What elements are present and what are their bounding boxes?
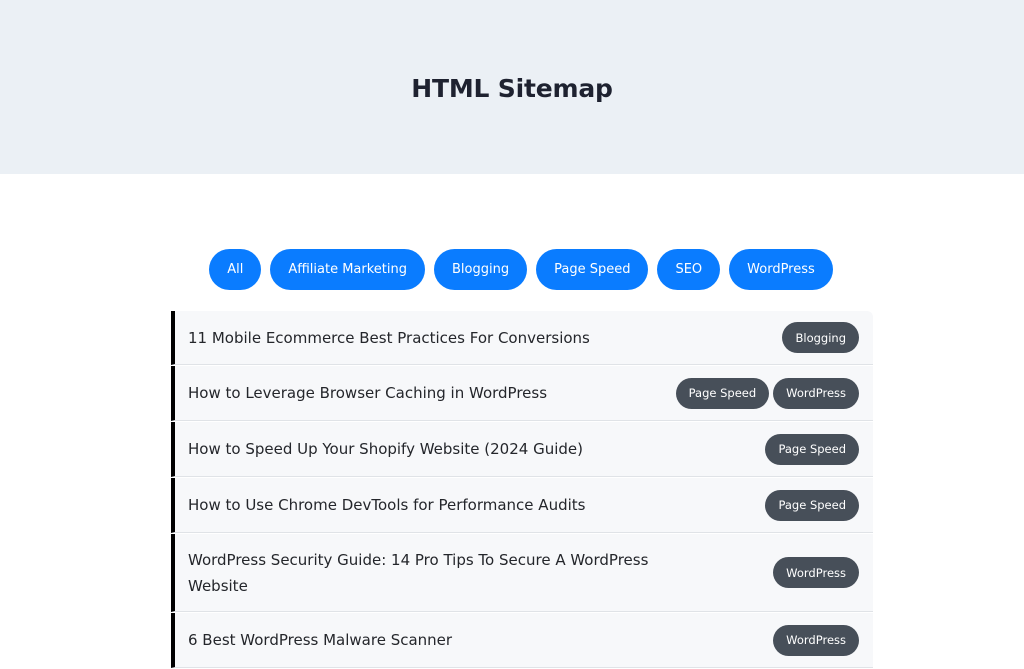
list-item: 6 Best WordPress Malware Scanner WordPre…: [171, 613, 873, 668]
list-item: How to Speed Up Your Shopify Website (20…: [171, 422, 873, 477]
post-link[interactable]: How to Speed Up Your Shopify Website (20…: [188, 436, 583, 462]
page-title: HTML Sitemap: [411, 73, 613, 103]
page-header: HTML Sitemap: [0, 0, 1024, 174]
filter-blogging-button[interactable]: Blogging: [434, 249, 528, 290]
filter-affiliate-marketing-button[interactable]: Affiliate Marketing: [270, 249, 425, 290]
post-tags: WordPress: [773, 624, 859, 656]
post-link[interactable]: 11 Mobile Ecommerce Best Practices For C…: [188, 325, 590, 351]
post-tags: Blogging: [782, 322, 859, 353]
post-tags: WordPress: [773, 557, 859, 588]
post-tags: Page Speed: [765, 433, 859, 465]
post-link[interactable]: How to Use Chrome DevTools for Performan…: [188, 492, 585, 518]
tag-badge[interactable]: Page Speed: [765, 489, 859, 521]
tag-badge[interactable]: Page Speed: [765, 433, 859, 465]
post-link[interactable]: WordPress Security Guide: 14 Pro Tips To…: [188, 547, 668, 599]
list-item: WordPress Security Guide: 14 Pro Tips To…: [171, 534, 873, 612]
tag-badge[interactable]: WordPress: [773, 624, 859, 656]
tag-badge[interactable]: WordPress: [773, 557, 859, 588]
filter-seo-button[interactable]: SEO: [657, 249, 721, 290]
post-link[interactable]: How to Leverage Browser Caching in WordP…: [188, 380, 547, 406]
tag-badge[interactable]: WordPress: [773, 377, 859, 409]
list-item: How to Use Chrome DevTools for Performan…: [171, 478, 873, 533]
list-item: How to Leverage Browser Caching in WordP…: [171, 366, 873, 421]
tag-badge[interactable]: Page Speed: [675, 377, 770, 409]
filter-wordpress-button[interactable]: WordPress: [729, 249, 833, 290]
filter-page-speed-button[interactable]: Page Speed: [536, 249, 649, 290]
post-tags: Page Speed WordPress: [675, 377, 859, 409]
category-filter-bar: All Affiliate Marketing Blogging Page Sp…: [0, 249, 1024, 290]
post-list: 11 Mobile Ecommerce Best Practices For C…: [171, 311, 873, 669]
filter-all-button[interactable]: All: [209, 249, 262, 290]
post-link[interactable]: 6 Best WordPress Malware Scanner: [188, 627, 452, 653]
list-item: 11 Mobile Ecommerce Best Practices For C…: [171, 311, 873, 365]
post-tags: Page Speed: [765, 489, 859, 521]
tag-badge[interactable]: Blogging: [782, 322, 859, 353]
